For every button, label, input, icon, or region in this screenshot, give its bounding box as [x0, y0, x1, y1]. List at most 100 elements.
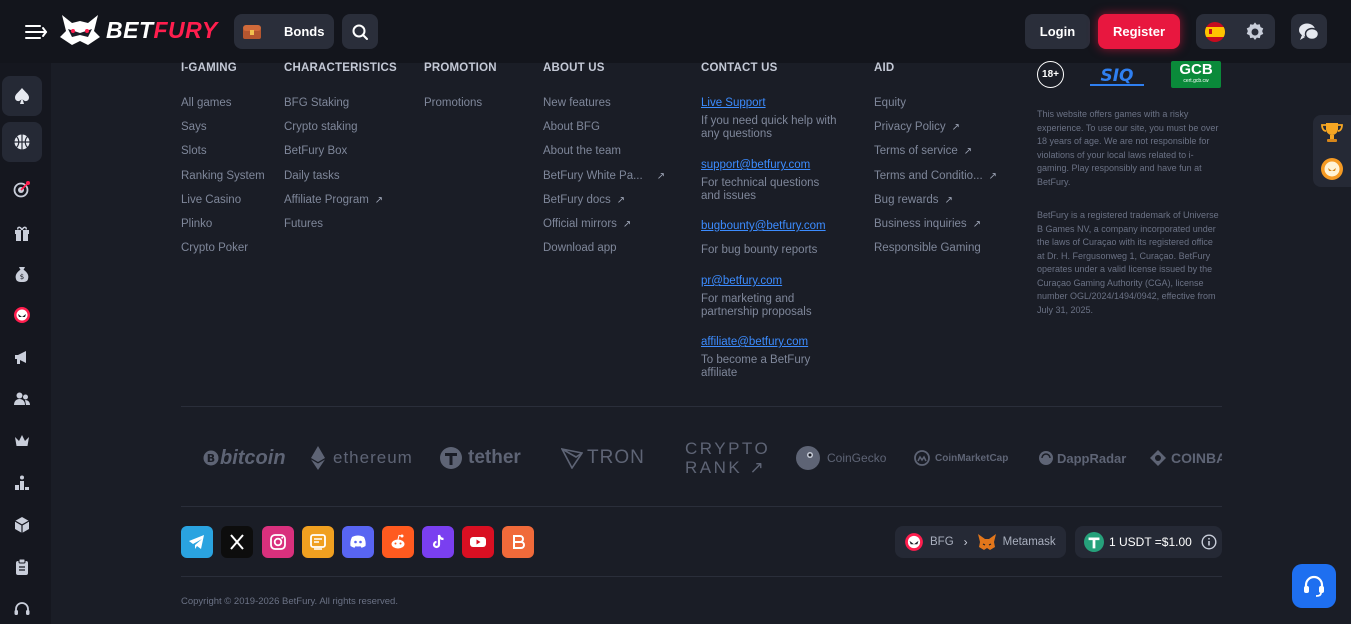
sidebar-item-staking[interactable]: $	[2, 254, 42, 294]
footer-link[interactable]: Plinko	[181, 218, 212, 230]
footer-link-external[interactable]: Terms of service ↗	[874, 145, 972, 157]
betfury-logo[interactable]: BETFURY	[58, 12, 218, 48]
coingecko-logo[interactable]: CoinGecko	[796, 430, 886, 486]
youtube-link[interactable]	[462, 526, 494, 558]
bonds-button[interactable]: Bonds	[234, 14, 334, 49]
footer-link-external[interactable]: Terms and Conditio... ↗	[874, 170, 997, 182]
column-title: CHARACTERISTICS	[284, 62, 397, 74]
blog-link[interactable]	[302, 526, 334, 558]
coingecko-icon	[796, 446, 820, 470]
crypto-rank-logo[interactable]: CRYPTO RANK ↗	[685, 430, 770, 486]
sidebar-item-affiliate[interactable]	[2, 379, 42, 419]
tether-text: tether	[468, 447, 521, 468]
coinmarketcap-logo[interactable]: CoinMarketCap	[914, 430, 1008, 486]
license-disclaimer-text: BetFury is a registered trademark of Uni…	[1037, 210, 1219, 315]
register-button[interactable]: Register	[1098, 14, 1180, 49]
footer-link[interactable]: Responsible Gaming	[874, 242, 981, 254]
footer-link[interactable]: BFG Staking	[284, 97, 349, 109]
footer-link[interactable]: Ranking System	[181, 170, 265, 182]
sidebar-item-tasks[interactable]	[2, 547, 42, 587]
footer-link[interactable]: BetFury Box	[284, 145, 347, 157]
contact-link-pr-email[interactable]: pr@betfury.com	[701, 275, 782, 287]
footer-link[interactable]: About the team	[543, 145, 621, 157]
footer-link[interactable]: Crypto Poker	[181, 242, 248, 254]
footer-link-external[interactable]: BetFury docs ↗	[543, 194, 625, 206]
footer-link[interactable]: Crypto staking	[284, 121, 358, 133]
sidebar-item-bonuses[interactable]	[2, 213, 42, 253]
contact-link-bugbounty-email[interactable]: bugbounty@betfury.com	[701, 220, 826, 232]
coinbase-logo[interactable]: COINBASE	[1149, 430, 1222, 486]
info-icon[interactable]	[1201, 534, 1217, 550]
sidebar-item-challenges[interactable]	[2, 169, 42, 209]
copyright-text: Copyright © 2019-2026 BetFury. All right…	[181, 596, 398, 607]
metamask-label: Metamask	[1002, 536, 1056, 548]
footer-link[interactable]: Slots	[181, 145, 207, 157]
contact-link-support-email[interactable]: support@betfury.com	[701, 159, 810, 171]
sidebar-item-box[interactable]	[2, 505, 42, 545]
sidebar-item-leaderboard[interactable]	[2, 463, 42, 503]
live-support-button[interactable]	[1292, 564, 1336, 608]
sidebar-item-support[interactable]	[2, 589, 42, 624]
footer-link-external[interactable]: Official mirrors ↗	[543, 218, 631, 230]
gcb-logo-subtitle: cert.gcb.cw	[1183, 78, 1209, 84]
x-link[interactable]	[221, 526, 253, 558]
menu-toggle-icon[interactable]	[24, 21, 48, 43]
tiktok-link[interactable]	[422, 526, 454, 558]
external-arrow-icon: ↗	[616, 194, 626, 206]
footer-link[interactable]: All games	[181, 97, 232, 109]
contact-link-affiliate-email[interactable]: affiliate@betfury.com	[701, 336, 808, 348]
bitcointalk-link[interactable]	[502, 526, 534, 558]
telegram-link[interactable]	[181, 526, 213, 558]
bfg-label: BFG	[930, 536, 954, 548]
footer-link[interactable]: Futures	[284, 218, 323, 230]
crypto-rank-arrow-icon: ↗	[749, 458, 767, 477]
sig-logo-text: SIQ	[1100, 66, 1133, 86]
left-sidebar: $	[0, 63, 51, 624]
footer-link-external[interactable]: Business inquiries ↗	[874, 218, 981, 230]
search-button[interactable]	[342, 14, 378, 49]
sidebar-item-bfg-token[interactable]	[2, 295, 42, 335]
sidebar-item-promotions[interactable]	[2, 337, 42, 377]
footer-link[interactable]: New features	[543, 97, 611, 109]
footer-column-about: ABOUT US	[543, 62, 605, 74]
instagram-link[interactable]	[262, 526, 294, 558]
link-label: Privacy Policy	[874, 121, 946, 133]
sidebar-item-vip[interactable]	[2, 421, 42, 461]
sidebar-item-casino[interactable]	[2, 76, 42, 116]
gcb-license-logo[interactable]: GCB cert.gcb.cw	[1171, 61, 1221, 88]
trophy-icon[interactable]	[1320, 121, 1344, 143]
footer-link-external[interactable]: Bug rewards ↗	[874, 194, 953, 206]
discord-link[interactable]	[342, 526, 374, 558]
bonus-coin-icon[interactable]	[1320, 157, 1344, 181]
bfg-token-icon	[905, 533, 923, 551]
bitcoin-logo[interactable]: B bitcoin	[203, 430, 286, 486]
contact-link-live-support[interactable]: Live Support	[701, 97, 766, 109]
reddit-link[interactable]	[382, 526, 414, 558]
svg-text:$: $	[20, 273, 24, 281]
headset-icon	[1304, 575, 1324, 597]
users-icon	[14, 392, 30, 405]
sidebar-item-sports[interactable]	[2, 122, 42, 162]
coinmarketcap-icon	[914, 450, 930, 466]
footer-link[interactable]: Equity	[874, 97, 906, 109]
tron-logo[interactable]: TRON	[561, 430, 645, 486]
footer-link[interactable]: Download app	[543, 242, 617, 254]
footer-link-external[interactable]: Affiliate Program ↗	[284, 194, 383, 206]
footer-link[interactable]: About BFG	[543, 121, 600, 133]
column-title: AID	[874, 62, 895, 74]
footer-link[interactable]: Says	[181, 121, 207, 133]
bfg-metamask-button[interactable]: BFG › Metamask	[895, 526, 1066, 558]
gear-icon[interactable]	[1244, 21, 1266, 43]
login-button[interactable]: Login	[1025, 14, 1090, 49]
footer-link[interactable]: Live Casino	[181, 194, 241, 206]
footer-link-external[interactable]: Privacy Policy ↗	[874, 121, 960, 133]
footer-link[interactable]: Promotions	[424, 97, 482, 109]
footer-link-external[interactable]: BetFury White Pa... ↗	[543, 170, 665, 182]
sig-license-logo[interactable]: SIQ	[1086, 64, 1148, 88]
ethereum-logo[interactable]: ethereum	[311, 430, 413, 486]
footer-link[interactable]: Daily tasks	[284, 170, 340, 182]
spain-flag-icon[interactable]	[1205, 22, 1225, 42]
chat-button[interactable]	[1291, 14, 1327, 49]
tether-logo[interactable]: tether	[440, 430, 521, 486]
dappradar-logo[interactable]: DappRadar	[1038, 430, 1126, 486]
